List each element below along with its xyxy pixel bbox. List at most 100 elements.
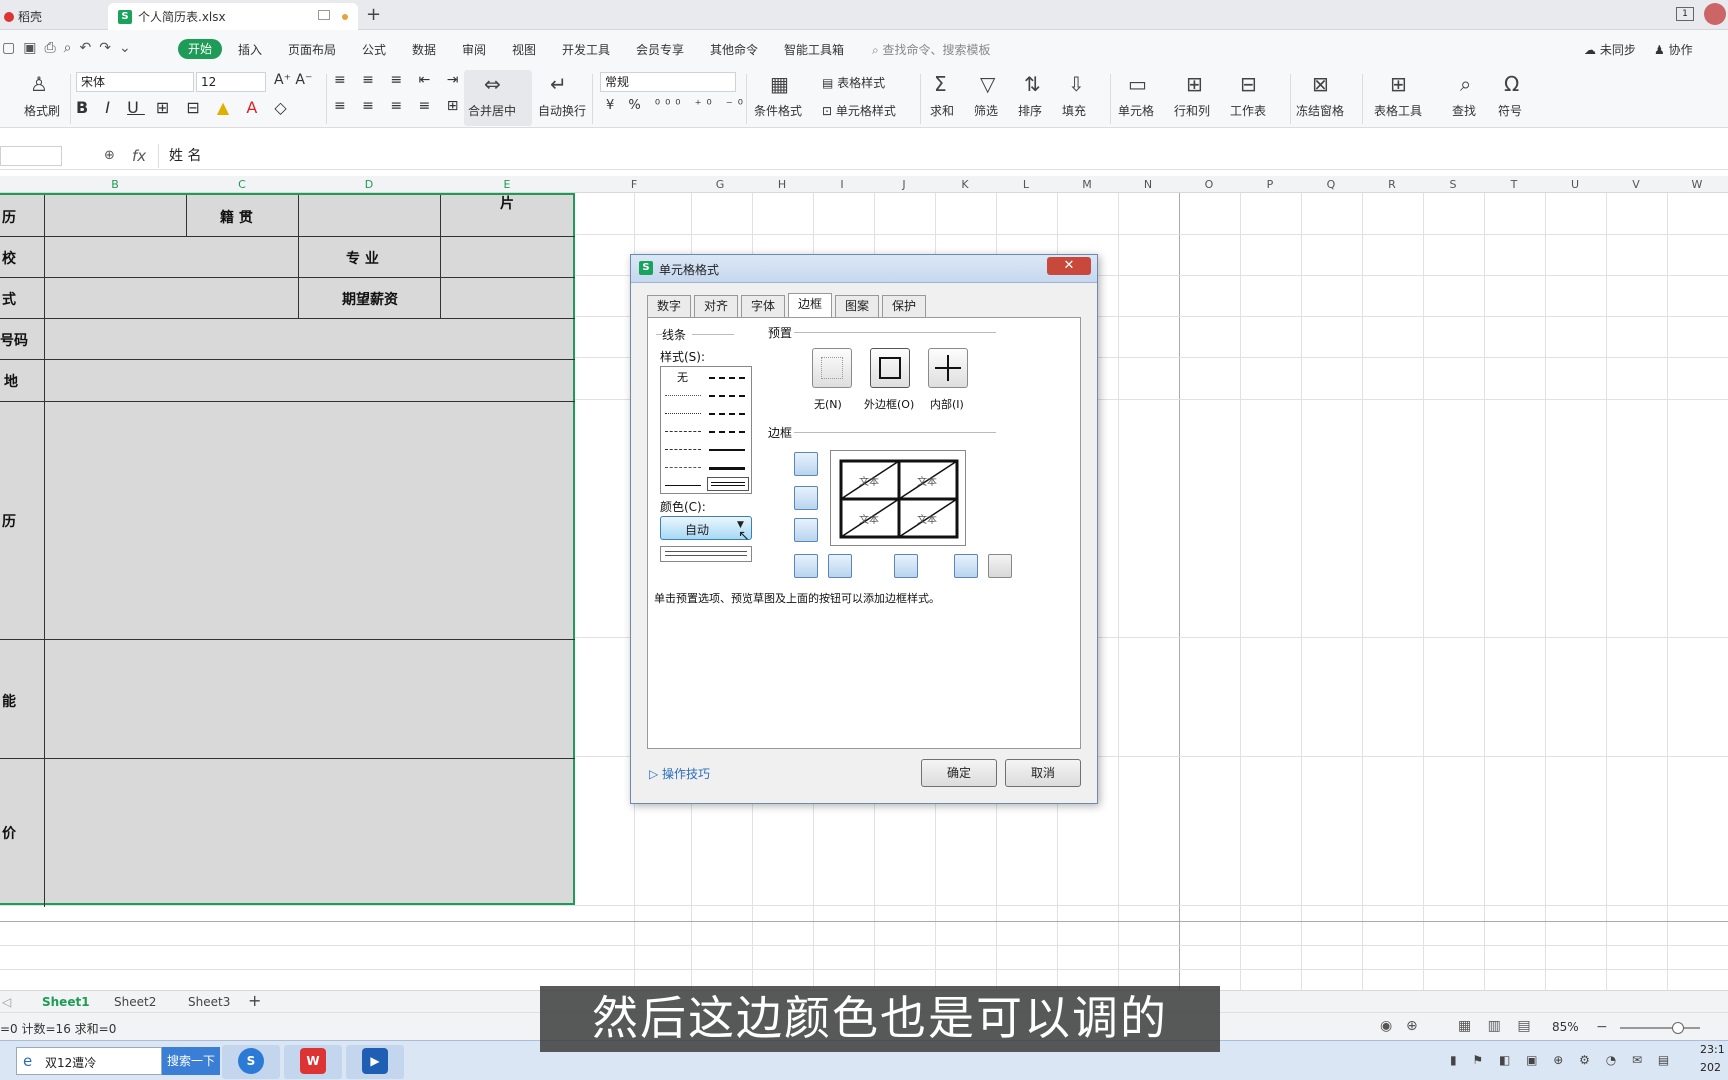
wps-app-icon[interactable]: W (284, 1045, 342, 1079)
menu-insert[interactable]: 插入 (238, 41, 262, 58)
line-style-option[interactable] (709, 449, 745, 451)
style-none[interactable]: 无 (677, 369, 688, 385)
number-format-select[interactable]: 常规 (600, 72, 736, 92)
filter-button[interactable]: 筛选 (974, 102, 998, 119)
col-header-b[interactable]: B (44, 178, 186, 191)
line-style-option[interactable] (665, 395, 701, 396)
border-diag-up-button[interactable] (794, 554, 818, 578)
sheet-nav-icon[interactable]: ◁ (2, 995, 11, 1009)
tab-pattern[interactable]: 图案 (835, 295, 879, 317)
sheet-tab-3[interactable]: Sheet3 (188, 995, 230, 1009)
tray-icons[interactable]: ▮ ⚑ ◧ ▣ ⊕ ⚙ ◔ ✉ ▤ (1450, 1053, 1675, 1067)
font-size-select[interactable]: 12 (196, 72, 266, 92)
line-style-option-selected[interactable] (707, 477, 749, 491)
name-box[interactable] (0, 146, 62, 166)
col-header-e[interactable]: E (440, 178, 574, 191)
sheet-tab-1[interactable]: Sheet1 (42, 995, 90, 1009)
line-style-option[interactable] (709, 431, 745, 433)
zoom-formula-icon[interactable]: ⊕ (104, 148, 115, 163)
col-header-k[interactable]: K (935, 178, 995, 191)
col-header-o[interactable]: O (1179, 178, 1239, 191)
col-header-m[interactable]: M (1057, 178, 1117, 191)
table-tools-button[interactable]: 表格工具 (1374, 102, 1422, 119)
menu-more[interactable]: 其他命令 (710, 41, 758, 58)
center-icon[interactable]: ⊕ (1406, 1018, 1418, 1034)
cell-format-dialog[interactable]: S 单元格格式 ✕ 数字 对齐 字体 边框 图案 保护 线条 样式(S): 无 (630, 254, 1098, 804)
preset-none-button[interactable] (812, 348, 852, 388)
border-top-button[interactable] (794, 452, 818, 476)
dialog-titlebar[interactable]: S 单元格格式 ✕ (631, 255, 1097, 283)
col-header-w[interactable]: W (1667, 178, 1727, 191)
symbol-icon[interactable]: Ω (1504, 72, 1519, 96)
freeze-button[interactable]: 冻结窗格 (1296, 102, 1344, 119)
sync-status[interactable]: ☁ 未同步 (1584, 41, 1636, 58)
sogou-app-icon[interactable]: S (222, 1045, 280, 1079)
col-header-r[interactable]: R (1362, 178, 1422, 191)
border-diag-down-button[interactable] (988, 554, 1012, 578)
alignment-icons[interactable]: ≡ ≡ ≡ ⇤ ⇥ (334, 72, 464, 88)
collab-button[interactable]: ♟ 协作 (1654, 41, 1693, 58)
col-header-n[interactable]: N (1118, 178, 1178, 191)
new-tab-button[interactable]: + (366, 4, 381, 25)
merge-center-button[interactable]: ⇔ 合并居中 (464, 70, 532, 126)
menu-home[interactable]: 开始 (178, 39, 222, 59)
col-header-j[interactable]: J (874, 178, 934, 191)
ok-button[interactable]: 确定 (921, 759, 997, 787)
border-preview[interactable]: 文本 文本 文本 文本 (830, 450, 966, 546)
menu-view[interactable]: 视图 (512, 41, 536, 58)
border-left-button[interactable] (828, 554, 852, 578)
tab-docer[interactable]: 稻壳 (0, 3, 100, 30)
col-header-s[interactable]: S (1423, 178, 1483, 191)
line-style-option[interactable] (665, 449, 701, 450)
tab-font[interactable]: 字体 (741, 295, 785, 317)
resume-table[interactable]: 历 籍 贯 片 校 专 业 式 期望薪资 号码 地 历 能 价 (0, 193, 575, 907)
sort-icon[interactable]: ⇅ (1024, 72, 1041, 96)
zoom-level[interactable]: 85% (1552, 1020, 1579, 1034)
sum-icon[interactable]: Σ (934, 72, 947, 96)
cell-style-button[interactable]: ⊡ 单元格样式 (822, 102, 896, 119)
sum-button[interactable]: 求和 (930, 102, 954, 119)
col-header-q[interactable]: Q (1301, 178, 1361, 191)
eye-icon[interactable]: ◉ (1380, 1018, 1392, 1034)
col-header-l[interactable]: L (996, 178, 1056, 191)
sort-button[interactable]: 排序 (1018, 102, 1042, 119)
line-style-option[interactable] (709, 467, 745, 470)
zoom-slider[interactable] (1620, 1027, 1700, 1029)
add-sheet-button[interactable]: + (248, 991, 261, 1010)
border-middle-h-button[interactable] (794, 486, 818, 510)
conditional-format-button[interactable]: 条件格式 (754, 102, 802, 119)
freeze-icon[interactable]: ⊠ (1312, 72, 1329, 96)
table-tools-icon[interactable]: ⊞ (1390, 72, 1407, 96)
worksheet-button[interactable]: 工作表 (1230, 102, 1266, 119)
menu-smart-tools[interactable]: 智能工具箱 (784, 41, 844, 58)
avatar[interactable] (1704, 3, 1726, 25)
clock-date[interactable]: 202 (1700, 1061, 1721, 1074)
h-align-icons[interactable]: ≡ ≡ ≡ ≡ ⊞ (334, 98, 464, 114)
format-painter-icon[interactable]: ♙ (30, 72, 48, 96)
tab-protection[interactable]: 保护 (882, 295, 926, 317)
menu-review[interactable]: 审阅 (462, 41, 486, 58)
menu-developer[interactable]: 开发工具 (562, 41, 610, 58)
menu-data[interactable]: 数据 (412, 41, 436, 58)
tab-border[interactable]: 边框 (788, 293, 832, 317)
col-header-d[interactable]: D (298, 178, 440, 191)
menu-formula[interactable]: 公式 (362, 41, 386, 58)
fill-button[interactable]: 填充 (1062, 102, 1086, 119)
recorder-app-icon[interactable]: ▶ (346, 1045, 404, 1079)
fx-button[interactable]: fx (132, 147, 146, 165)
font-style-buttons[interactable]: B I U ⊞ ⊟ ▲ A ◇ (76, 98, 293, 117)
col-header-f[interactable]: F (604, 178, 664, 191)
zoom-slider-thumb[interactable] (1672, 1022, 1684, 1034)
col-header-p[interactable]: P (1240, 178, 1300, 191)
auto-wrap-button[interactable]: 自动换行 (538, 102, 586, 119)
conditional-format-icon[interactable]: ▦ (770, 72, 789, 96)
fill-icon[interactable]: ⇩ (1068, 72, 1085, 96)
command-search[interactable]: ⌕ 查找命令、搜索模板 (872, 41, 991, 58)
col-header-h[interactable]: H (752, 178, 812, 191)
font-name-select[interactable]: 宋体 (76, 72, 194, 92)
line-style-option[interactable] (709, 395, 745, 397)
menu-member[interactable]: 会员专享 (636, 41, 684, 58)
cancel-button[interactable]: 取消 (1005, 759, 1081, 787)
col-header-c[interactable]: C (186, 178, 298, 191)
number-format-icons[interactable]: ¥ % ⁰⁰⁰ ⁺⁰ ⁻⁰ (606, 98, 748, 113)
